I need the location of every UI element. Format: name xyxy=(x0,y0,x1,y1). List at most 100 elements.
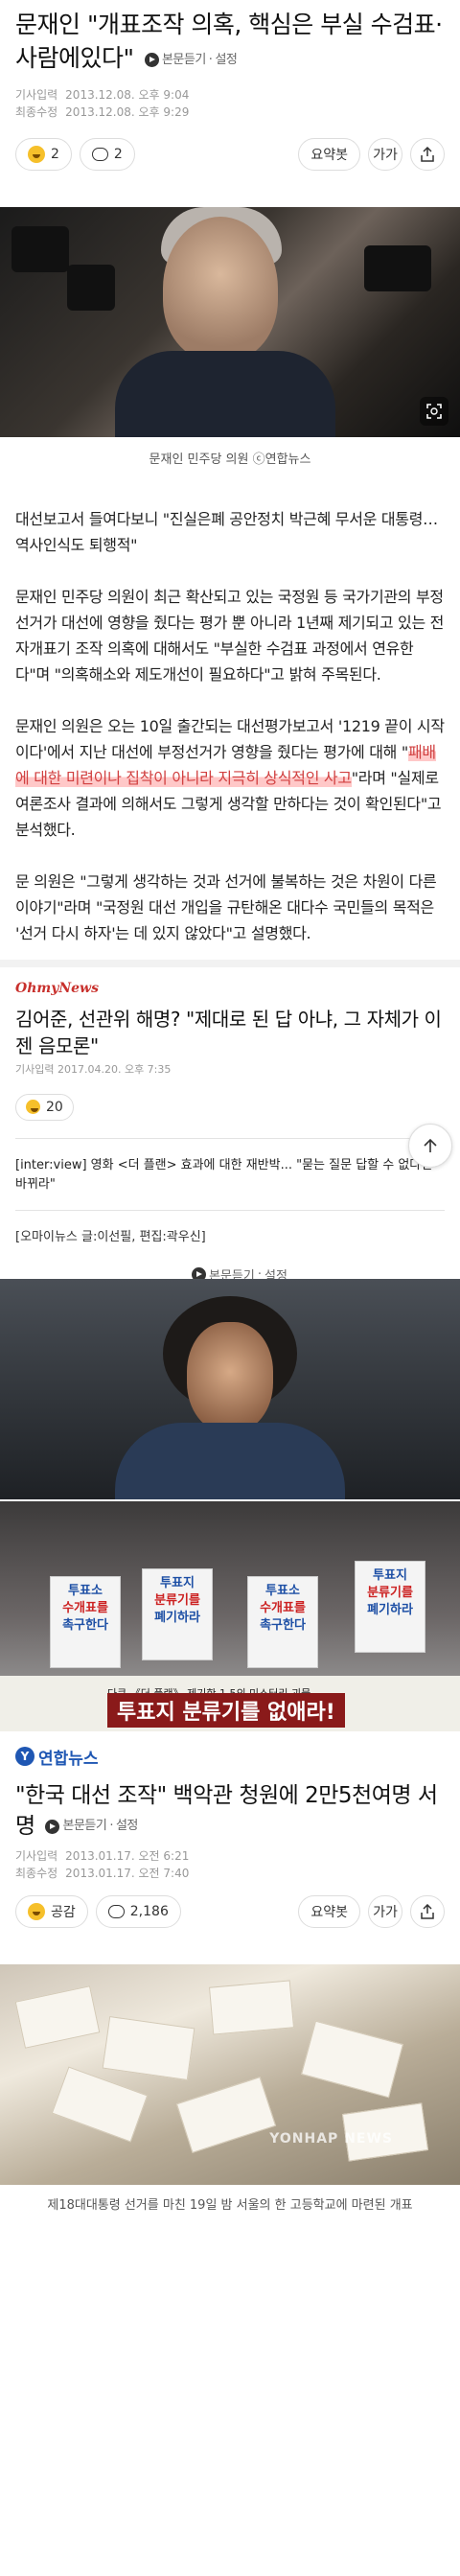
article-meta: 기사입력 2013.01.17. 오전 6:21 최종수정 2013.01.17. … xyxy=(15,1847,445,1882)
like-label: 공감 xyxy=(51,1905,76,1920)
ballot-paper xyxy=(175,2077,277,2153)
article-3: Y 연합뉴스 "한국 대선 조작" 백악관 청원에 2만5천여명 서명 본문듣기… xyxy=(0,1731,460,1928)
reaction-count: 2 xyxy=(51,146,59,162)
updated-label: 최종수정 xyxy=(15,104,58,119)
reaction-button[interactable]: 20 xyxy=(15,1093,74,1121)
comment-button[interactable]: 2 xyxy=(79,137,135,171)
input-label: 기사입력 xyxy=(15,1849,58,1863)
summary-label: 요약봇 xyxy=(310,1905,348,1920)
smile-emoji-icon xyxy=(28,1903,45,1920)
summary-bot-button[interactable]: 요약봇 xyxy=(298,137,360,171)
camera-shape xyxy=(67,264,115,311)
font-label: 가가 xyxy=(373,1905,398,1920)
reaction-button[interactable]: 2 xyxy=(15,137,72,171)
paragraph-highlighted: 문재인 의원은 오는 10일 출간되는 대선평가보고서 '1219 끝이 시작이… xyxy=(15,713,445,843)
protest-photo: 투표소 수개표를 촉구한다 투표지 분류기를 폐기하라 투표소 수개표를 촉구한다 투표지 분… xyxy=(0,1500,460,1731)
divider xyxy=(15,1209,445,1211)
ballot-paper xyxy=(208,1980,295,2035)
listen-label: 본문듣기 xyxy=(161,52,206,67)
comment-icon xyxy=(91,147,108,161)
play-icon xyxy=(144,52,159,67)
input-label: 기사입력 xyxy=(15,87,58,102)
settings-link[interactable]: 설정 xyxy=(116,1811,138,1842)
ballot-paper xyxy=(14,1985,101,2049)
like-button[interactable]: 공감 xyxy=(15,1895,88,1928)
article-3-title: "한국 대선 조작" 백악관 청원에 2만5천여명 서명 본문듣기 · 설정 xyxy=(15,1769,445,1843)
article-1: 문재인 "개표조작 의혹, 핵심은 부실 수검표·사람에있다" 본문듣기 · 설… xyxy=(0,0,460,171)
settings-link[interactable]: 설정 xyxy=(215,43,237,77)
comment-count: 2 xyxy=(113,146,123,162)
font-size-button[interactable]: 가가 xyxy=(368,1895,402,1928)
smile-emoji-icon xyxy=(28,145,45,163)
article-2-meta: 기사입력 2017.04.20. 오후 7:35 xyxy=(15,1062,172,1076)
expand-icon xyxy=(426,403,442,419)
input-date: 2013.01.17. 오전 6:21 xyxy=(65,1849,190,1863)
protest-banner: 다큐 《더 플랜》 제기한 1.5의 미스터리 괴물 투표지 분류기를 없애라! xyxy=(0,1675,460,1731)
font-label: 가가 xyxy=(373,147,398,163)
listen-button[interactable]: 본문듣기 · 설정 xyxy=(45,1811,138,1842)
photo-subject xyxy=(187,1321,273,1432)
protest-sign: 투표소 수개표를 촉구한다 xyxy=(247,1575,318,1668)
article-2-title: 김어준, 선관위 해명? "제대로 된 답 아냐, 그 자체가 이젠 음모론" xyxy=(15,1007,442,1057)
updated-date: 2013.12.08. 오후 9:29 xyxy=(65,104,190,119)
play-icon xyxy=(45,1819,60,1834)
article-body: 대선보고서 들여다보니 "진실은폐 공안정치 박근혜 무서운 대통령…역사인식도… xyxy=(0,506,460,946)
related-article-link[interactable]: [inter:view] 영화 <더 플랜> 효과에 대한 재반박... "묻는… xyxy=(15,1156,445,1195)
photo-subject-jacket xyxy=(115,1422,345,1499)
yonhap-mark-icon: Y xyxy=(15,1747,34,1766)
article-photo xyxy=(0,206,460,437)
paragraph: 문 의원은 "그렇게 생각하는 것과 선거에 불복하는 것은 차원이 다른 이야… xyxy=(15,871,437,942)
ballot-paper xyxy=(301,2020,403,2099)
ohmynews-logo: OhmyNews xyxy=(15,980,99,996)
listen-button[interactable]: 본문듣기 · 설정 xyxy=(144,43,238,77)
share-icon xyxy=(421,146,434,162)
article-2: OhmyNews 김어준, 선관위 해명? "제대로 된 답 아냐, 그 자체가… xyxy=(0,967,460,1284)
comment-icon xyxy=(107,1905,125,1918)
protest-sign: 투표지 분류기를 폐기하라 xyxy=(142,1567,213,1660)
section-separator xyxy=(0,959,460,967)
updated-date: 2013.01.17. 오전 7:40 xyxy=(65,1867,190,1880)
ballot-paper xyxy=(102,2016,196,2080)
paragraph: 문재인 민주당 의원이 최근 확산되고 있는 국정원 등 국가기관의 부정선거가… xyxy=(15,587,445,684)
comment-button[interactable]: 2,186 xyxy=(95,1895,181,1928)
action-row: 2 2 요약봇 가가 xyxy=(15,137,445,171)
paragraph: 대선보고서 들여다보니 "진실은폐 공안정치 박근혜 무서운 대통령…역사인식도… xyxy=(15,509,438,554)
reaction-count: 20 xyxy=(46,1099,63,1115)
yonhap-logo-text: 연합뉴스 xyxy=(38,1749,99,1769)
article-meta: 기사입력 2013.12.08. 오후 9:04 최종수정 2013.12.08. … xyxy=(15,86,445,121)
share-button[interactable] xyxy=(410,1895,445,1928)
listen-label: 본문듣기 xyxy=(62,1819,107,1833)
paragraph-text: 문재인 의원은 오는 10일 출간되는 대선평가보고서 '1219 끝이 시작이… xyxy=(15,716,445,761)
kim-portrait-photo xyxy=(0,1278,460,1499)
updated-label: 최종수정 xyxy=(15,1867,58,1880)
share-icon xyxy=(421,1904,434,1919)
divider xyxy=(15,1137,445,1139)
protest-sign: 투표소 수개표를 촉구한다 xyxy=(50,1575,121,1668)
summary-label: 요약봇 xyxy=(310,147,348,163)
font-size-button[interactable]: 가가 xyxy=(368,137,402,171)
protest-sign: 투표지 분류기를 폐기하라 xyxy=(355,1560,426,1653)
share-button[interactable] xyxy=(410,137,445,171)
photo-caption: 문재인 민주당 의원 ⓒ연합뉴스 xyxy=(149,452,311,467)
action-row: 공감 2,186 요약봇 가가 xyxy=(15,1895,445,1928)
camera-shape xyxy=(12,225,69,272)
photo-subject-suit xyxy=(115,350,335,437)
input-date: 2013.12.08. 오후 9:04 xyxy=(65,87,190,102)
yonhap-watermark: YONHAP NEWS xyxy=(269,2131,393,2147)
comment-count: 2,186 xyxy=(129,1904,169,1919)
yonhap-logo: Y 연합뉴스 xyxy=(15,1745,99,1769)
camera-shape xyxy=(364,244,431,291)
ballot-paper xyxy=(51,2066,149,2143)
photo-subject xyxy=(163,216,278,360)
photo-caption: 제18대대통령 선거를 마친 19일 밤 서울의 한 고등학교에 마련된 개표 xyxy=(47,2198,413,2213)
smile-emoji-icon xyxy=(26,1100,40,1114)
arrow-up-icon xyxy=(424,1138,437,1152)
article-source: [오마이뉴스 글:이선필, 편집:곽우신] xyxy=(15,1229,206,1244)
scroll-to-top-button[interactable] xyxy=(408,1124,452,1168)
article-title: 문재인 "개표조작 의혹, 핵심은 부실 수검표·사람에있다" 본문듣기 · 설… xyxy=(15,0,445,77)
page: 문재인 "개표조작 의혹, 핵심은 부실 수검표·사람에있다" 본문듣기 · 설… xyxy=(0,0,460,2576)
ballot-photo: YONHAP NEWS xyxy=(0,1964,460,2185)
banner-text: 투표지 분류기를 없애라! xyxy=(107,1692,345,1728)
summary-bot-button[interactable]: 요약봇 xyxy=(298,1895,360,1928)
expand-photo-button[interactable] xyxy=(420,396,448,426)
